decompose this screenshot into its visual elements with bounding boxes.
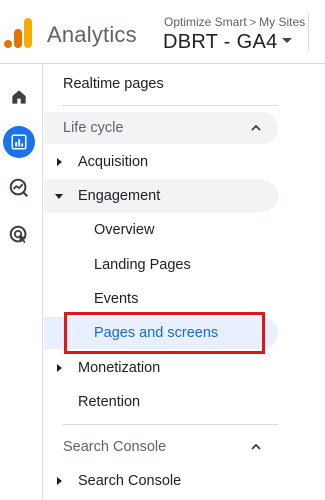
nav-item-events[interactable]: Events (44, 283, 278, 315)
section-search-console[interactable]: Search Console (44, 431, 278, 463)
analytics-logo-icon[interactable] (4, 16, 34, 50)
collapse-arrow-icon (55, 194, 63, 199)
nav-item-search-console[interactable]: Search Console (44, 465, 278, 497)
caret-down-icon (281, 38, 292, 44)
nav-item-engagement[interactable]: Engagement (44, 180, 278, 212)
chevron-up-icon (251, 124, 261, 131)
expand-arrow-icon (57, 364, 62, 372)
reports-navigation: Realtime pages Life cycle Acquisition En… (44, 64, 325, 500)
section-life-cycle[interactable]: Life cycle (44, 112, 278, 144)
app-header: Analytics Optimize Smart > My Sites DBRT -… (0, 0, 325, 64)
nav-item-realtime-pages[interactable]: Realtime pages (44, 68, 278, 100)
explore-icon[interactable] (3, 172, 35, 204)
nav-item-overview[interactable]: Overview (44, 214, 278, 246)
nav-item-acquisition[interactable]: Acquisition (44, 146, 278, 178)
nav-item-landing-pages[interactable]: Landing Pages (44, 249, 278, 281)
highlight-annotation (64, 312, 265, 354)
breadcrumb-separator: > (249, 17, 257, 29)
divider (62, 105, 278, 106)
header-divider (308, 12, 309, 52)
expand-arrow-icon (57, 158, 62, 166)
left-rail (0, 64, 43, 500)
breadcrumb-account[interactable]: Optimize Smart (164, 15, 247, 29)
home-icon[interactable] (3, 81, 35, 113)
section-title: Search Console (63, 439, 167, 455)
property-name: DBRT - GA4 (163, 31, 278, 53)
breadcrumb[interactable]: Optimize Smart > My Sites (164, 15, 305, 29)
app-title: Analytics (47, 22, 137, 47)
expand-arrow-icon (57, 477, 62, 485)
breadcrumb-site[interactable]: My Sites (259, 15, 305, 29)
reports-icon[interactable] (3, 126, 35, 158)
divider (62, 424, 278, 425)
section-title: Life cycle (63, 120, 124, 136)
nav-item-monetization[interactable]: Monetization (44, 352, 278, 384)
chevron-up-icon (251, 443, 261, 450)
advertising-icon[interactable] (3, 219, 35, 251)
nav-item-retention[interactable]: Retention (44, 386, 278, 418)
property-selector[interactable]: DBRT - GA4 (163, 31, 292, 54)
